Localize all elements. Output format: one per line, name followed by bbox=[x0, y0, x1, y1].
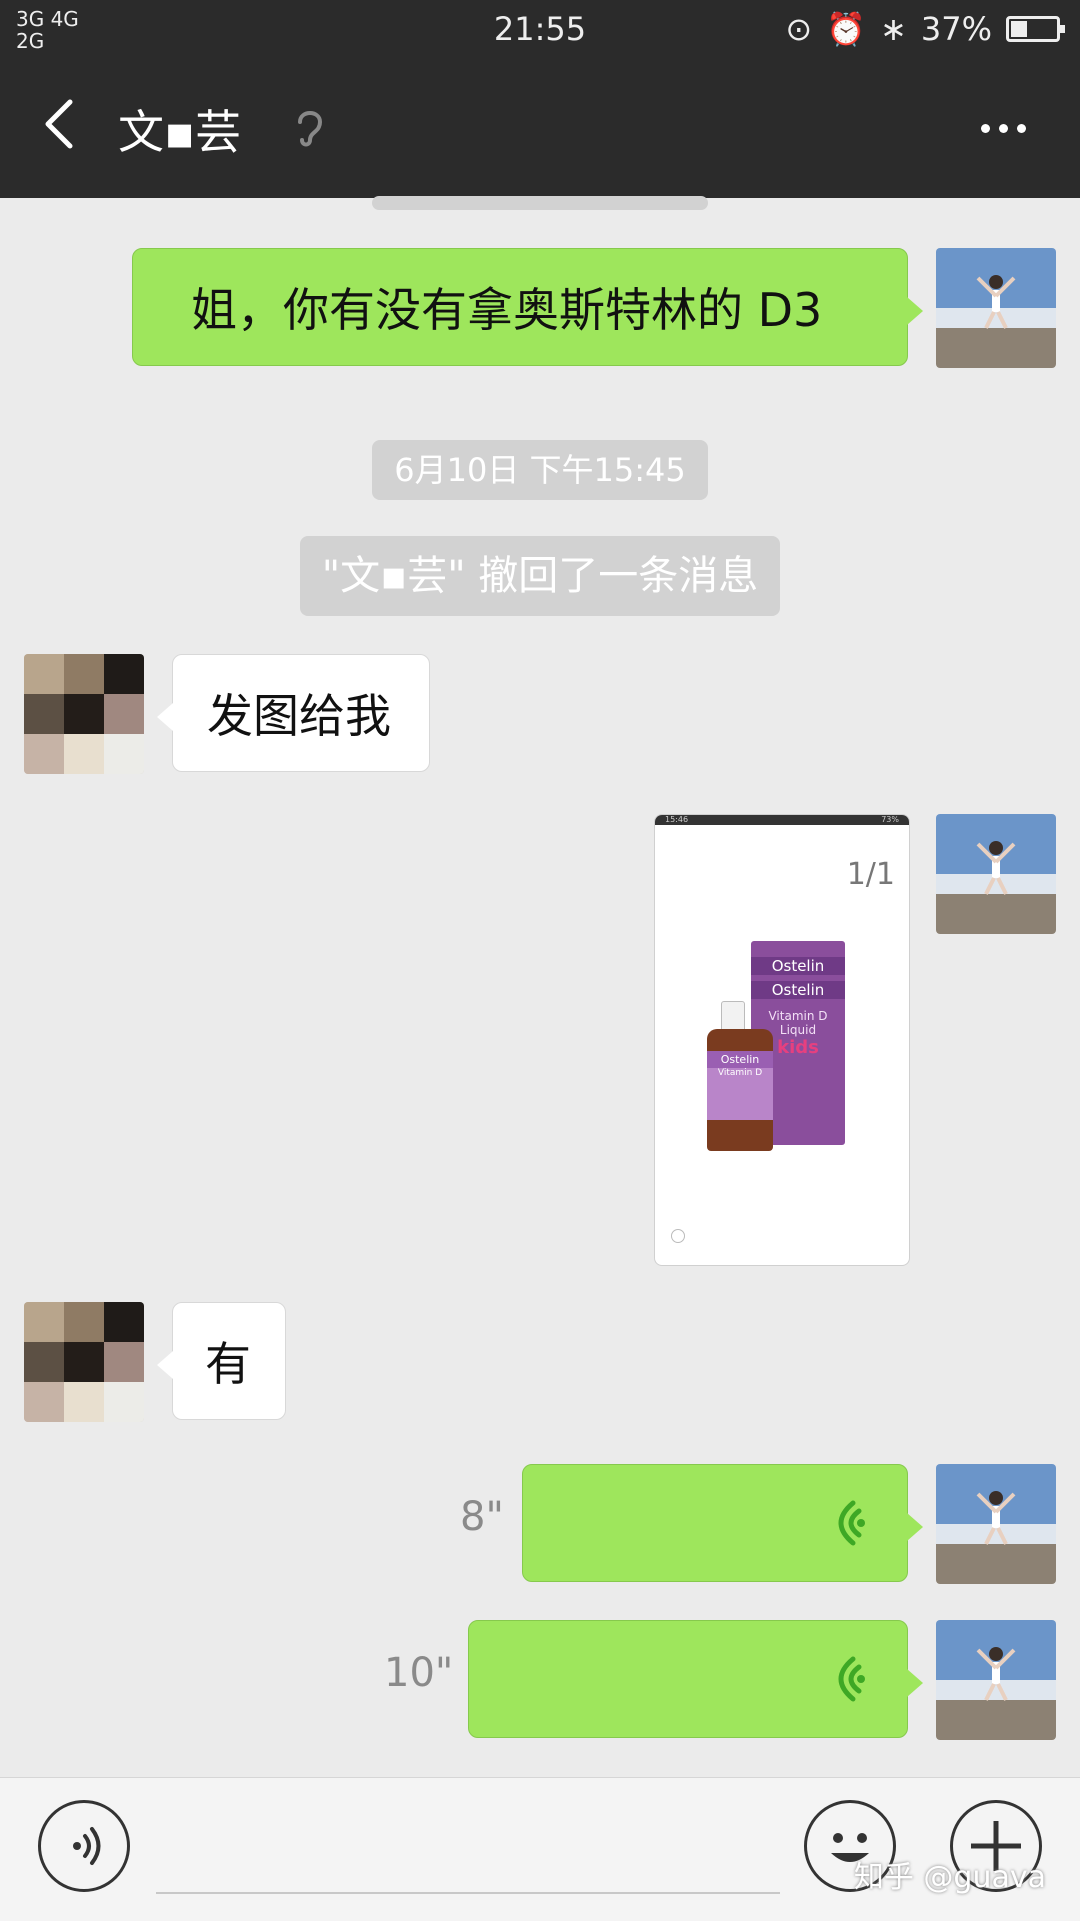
voice-message-bubble[interactable] bbox=[522, 1464, 923, 1582]
voice-input-icon bbox=[73, 1827, 101, 1865]
watermark: 知乎 @guava bbox=[853, 1860, 1046, 1895]
battery-percent: 37% bbox=[920, 10, 992, 48]
bluetooth-icon: ∗ bbox=[880, 10, 907, 48]
image-source-icon bbox=[671, 1229, 685, 1243]
my-avatar[interactable] bbox=[936, 814, 1056, 934]
voice-duration: 10" bbox=[384, 1650, 454, 1696]
outgoing-text-bubble[interactable]: 姐，你有没有拿奥斯特林的 D3 bbox=[132, 248, 923, 366]
timestamp-pill: 6月10日 下午15:45 bbox=[372, 440, 708, 500]
contact-avatar[interactable] bbox=[24, 654, 144, 774]
recall-notice: "文▪芸" 撤回了一条消息 bbox=[300, 536, 780, 616]
contact-avatar[interactable] bbox=[24, 1302, 144, 1422]
battery-icon bbox=[1006, 16, 1065, 42]
status-icons: ⊙ ⏰ ∗ 37% bbox=[785, 10, 1065, 48]
image-message[interactable]: 15:46 73% 1/1 Ostelin Ostelin Vitamin D L… bbox=[654, 814, 910, 1266]
lock-rotation-icon: ⊙ bbox=[785, 10, 813, 48]
voice-input-button[interactable] bbox=[38, 1800, 130, 1892]
incoming-text-bubble[interactable]: 发图给我 bbox=[157, 654, 430, 772]
voice-wave-icon bbox=[838, 1656, 865, 1702]
voice-message-bubble[interactable] bbox=[468, 1620, 923, 1738]
message-text: 有 bbox=[205, 1337, 251, 1391]
message-text: 发图给我 bbox=[207, 689, 391, 743]
voice-duration: 8" bbox=[460, 1494, 504, 1540]
chat-title: 文▪芸 bbox=[118, 105, 242, 159]
bottle-cap bbox=[721, 1001, 745, 1031]
alarm-icon: ⏰ bbox=[826, 10, 867, 48]
back-arrow-icon[interactable] bbox=[36, 96, 92, 152]
my-avatar[interactable] bbox=[936, 248, 1056, 368]
incoming-text-bubble[interactable]: 有 bbox=[157, 1302, 286, 1420]
mini-status-bar: 15:46 73% bbox=[655, 815, 909, 825]
image-counter: 1/1 bbox=[846, 857, 895, 892]
prior-timestamp-pill bbox=[372, 196, 708, 210]
message-input-field[interactable] bbox=[156, 1892, 780, 1894]
message-text: 姐，你有没有拿奥斯特林的 D3 bbox=[191, 283, 823, 337]
product-bottle: Ostelin Vitamin D bbox=[707, 1029, 773, 1151]
top-bar: 3G 4G 2G 21:55 ⊙ ⏰ ∗ 37% 文▪芸 bbox=[0, 0, 1080, 198]
input-bar bbox=[0, 1777, 1080, 1921]
my-avatar[interactable] bbox=[936, 1464, 1056, 1584]
voice-wave-icon bbox=[838, 1500, 865, 1546]
my-avatar[interactable] bbox=[936, 1620, 1056, 1740]
earpiece-mode-icon bbox=[298, 111, 323, 147]
more-options-button[interactable] bbox=[972, 118, 1026, 137]
